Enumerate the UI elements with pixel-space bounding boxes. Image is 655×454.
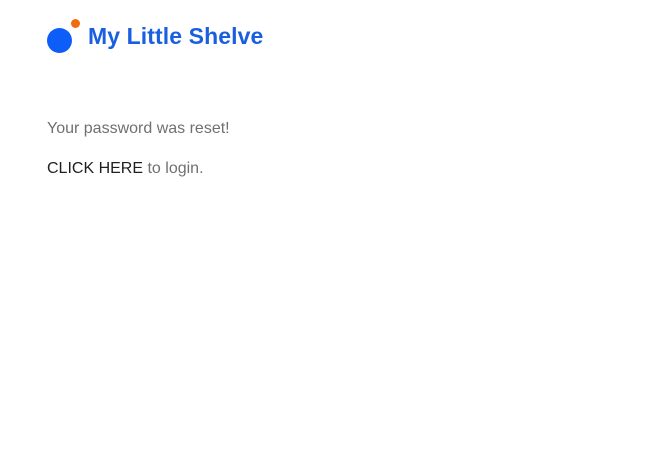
login-prompt: CLICK HERE to login. <box>47 160 204 178</box>
reset-confirmation-message: Your password was reset! <box>47 120 230 137</box>
logo-main-dot <box>47 28 72 53</box>
page: My Little Shelve Your password was reset… <box>0 0 655 454</box>
login-suffix-text: to login. <box>143 160 204 177</box>
logo-accent-dot <box>71 19 80 28</box>
two-dot-logo-icon <box>47 17 83 55</box>
brand-header[interactable]: My Little Shelve <box>47 16 263 56</box>
brand-name: My Little Shelve <box>88 23 264 49</box>
login-link[interactable]: CLICK HERE <box>47 160 143 177</box>
